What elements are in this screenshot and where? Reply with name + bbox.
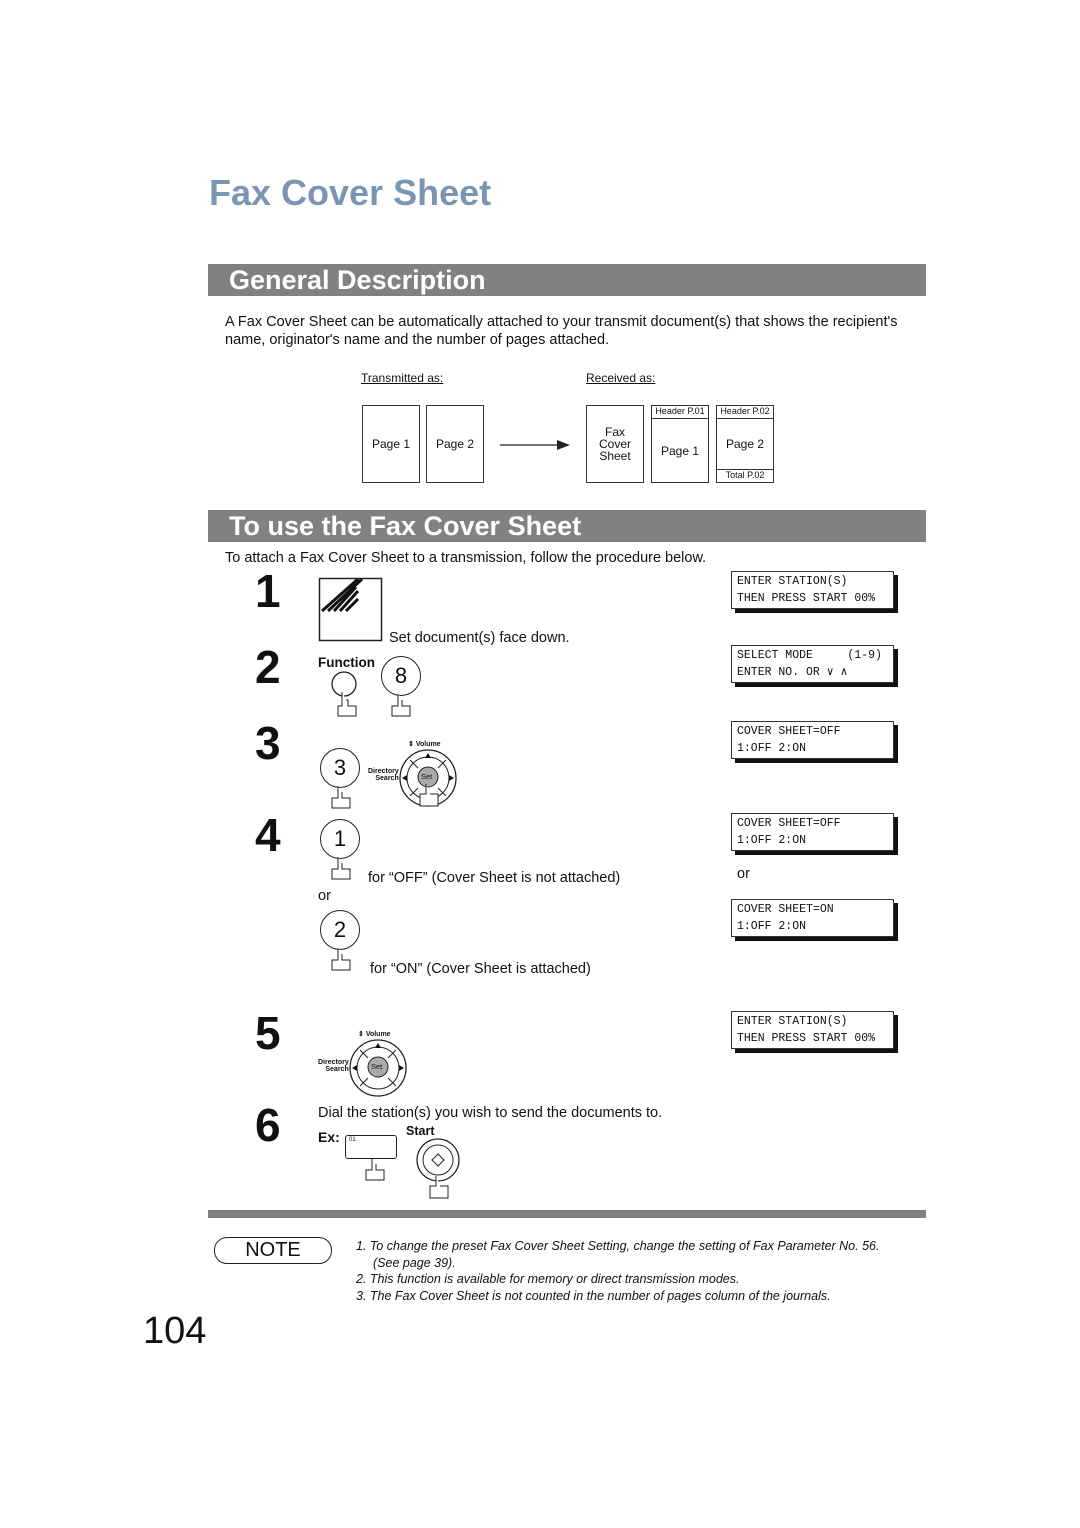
start-label: Start — [406, 1124, 435, 1138]
on-option-text: for “ON” (Cover Sheet is attached) — [370, 961, 591, 977]
description-line-2: name, originator's name and the number o… — [225, 332, 610, 348]
hand-press-icon — [365, 1158, 385, 1181]
hand-press-icon — [331, 786, 351, 809]
step-number: 2 — [255, 641, 281, 693]
set-button-label: Set — [421, 772, 433, 781]
page-number: 104 — [143, 1310, 207, 1352]
function-label: Function — [318, 655, 375, 670]
key-2-button[interactable]: 2 — [320, 910, 360, 950]
step1-text: Set document(s) face down. — [389, 630, 570, 646]
example-label: Ex: — [318, 1129, 340, 1145]
lcd-line: 1:OFF 2:ON — [737, 833, 807, 847]
lcd-or-text: or — [737, 866, 750, 882]
note-item: (See page 39). — [373, 1255, 456, 1270]
start-button[interactable] — [415, 1138, 461, 1200]
step-number: 3 — [255, 717, 281, 769]
step-number: 4 — [255, 809, 281, 861]
function-button[interactable] — [330, 670, 360, 718]
hand-press-icon — [331, 857, 351, 880]
lcd-line: 1:OFF 2:ON — [737, 919, 807, 933]
cover-sheet-page: Fax Cover Sheet — [586, 405, 644, 483]
lcd-line: COVER SHEET=OFF — [737, 817, 841, 830]
key-3-button[interactable]: 3 — [320, 748, 360, 788]
lcd-line: COVER SHEET=OFF — [737, 725, 841, 738]
search-text: Search — [375, 775, 399, 782]
note-list: 1. To change the preset Fax Cover Sheet … — [356, 1238, 879, 1304]
rx-page-1: Page 1 — [651, 418, 709, 483]
lcd-line: COVER SHEET=ON — [737, 903, 834, 916]
directory-text: Directory — [368, 768, 399, 775]
lcd-line: 1:OFF 2:ON — [737, 741, 807, 755]
lcd-display: COVER SHEET=OFF 1:OFF 2:ON — [731, 721, 894, 759]
document-face-down-icon — [318, 577, 383, 642]
lcd-line: ENTER STATION(S) — [737, 575, 848, 588]
search-text: Search — [325, 1066, 349, 1073]
key-1-button[interactable]: 1 — [320, 819, 360, 859]
cover-text: Sheet — [599, 449, 631, 463]
note-item: 2. This function is available for memory… — [356, 1272, 740, 1286]
rx-page-2: Page 2 — [716, 418, 774, 470]
volume-label: ⇕ Volume — [408, 741, 441, 748]
step-number: 5 — [255, 1007, 281, 1059]
lcd-display: COVER SHEET=ON 1:OFF 2:ON — [731, 899, 894, 937]
volume-label: ⇕ Volume — [358, 1031, 391, 1038]
total-footer: Total P.02 — [716, 469, 774, 483]
lcd-line: SELECT MODE (1-9) — [737, 649, 882, 662]
hand-press-icon — [391, 694, 411, 717]
page-title: Fax Cover Sheet — [209, 172, 492, 213]
section-heading-general: General Description — [208, 264, 926, 296]
directory-search-label: Directory Search — [368, 768, 399, 782]
header-p01: Header P.01 — [651, 405, 709, 419]
step-number: 1 — [255, 565, 281, 617]
directory-text: Directory — [318, 1059, 349, 1066]
manual-page: Fax Cover Sheet General Description A Fa… — [0, 0, 1080, 1528]
divider — [208, 1210, 926, 1218]
note-item: 3. The Fax Cover Sheet is not counted in… — [356, 1288, 831, 1303]
lcd-display: SELECT MODE (1-9) ENTER NO. OR ∨ ∧ — [731, 645, 894, 683]
header-p02: Header P.02 — [716, 405, 774, 419]
lcd-display: COVER SHEET=OFF 1:OFF 2:ON — [731, 813, 894, 851]
key-8-button[interactable]: 8 — [381, 656, 421, 696]
lcd-line: ENTER STATION(S) — [737, 1015, 848, 1028]
tx-page-2: Page 2 — [426, 405, 484, 483]
directory-search-label: Directory Search — [318, 1059, 349, 1073]
one-touch-key-01[interactable]: 01 — [345, 1135, 397, 1159]
one-touch-label: 01 — [349, 1137, 356, 1143]
transmitted-label: Transmitted as: — [361, 371, 444, 385]
set-button-label: Set — [371, 1062, 383, 1071]
volume-text: Volume — [415, 741, 441, 748]
volume-text: Volume — [365, 1031, 391, 1038]
step6-text: Dial the station(s) you wish to send the… — [318, 1105, 663, 1121]
lcd-display: ENTER STATION(S) THEN PRESS START 00% — [731, 571, 894, 609]
lcd-line: ENTER NO. OR ∨ ∧ — [737, 665, 848, 679]
lcd-line: THEN PRESS START 00% — [737, 591, 876, 605]
received-label: Received as: — [586, 371, 656, 385]
note-item: 1. To change the preset Fax Cover Sheet … — [356, 1239, 880, 1253]
lcd-display: ENTER STATION(S) THEN PRESS START 00% — [731, 1011, 894, 1049]
description-line-1: A Fax Cover Sheet can be automatically a… — [225, 314, 898, 330]
step-number: 6 — [255, 1099, 281, 1151]
tx-page-1: Page 1 — [362, 405, 420, 483]
or-text: or — [318, 888, 331, 904]
off-option-text: for “OFF” (Cover Sheet is not attached) — [368, 870, 621, 886]
procedure-intro: To attach a Fax Cover Sheet to a transmi… — [225, 550, 707, 566]
arrow-icon — [500, 440, 570, 450]
section-heading-use: To use the Fax Cover Sheet — [208, 510, 926, 542]
note-label: NOTE — [214, 1237, 332, 1264]
lcd-line: THEN PRESS START 00% — [737, 1031, 876, 1045]
hand-press-icon — [331, 948, 351, 971]
